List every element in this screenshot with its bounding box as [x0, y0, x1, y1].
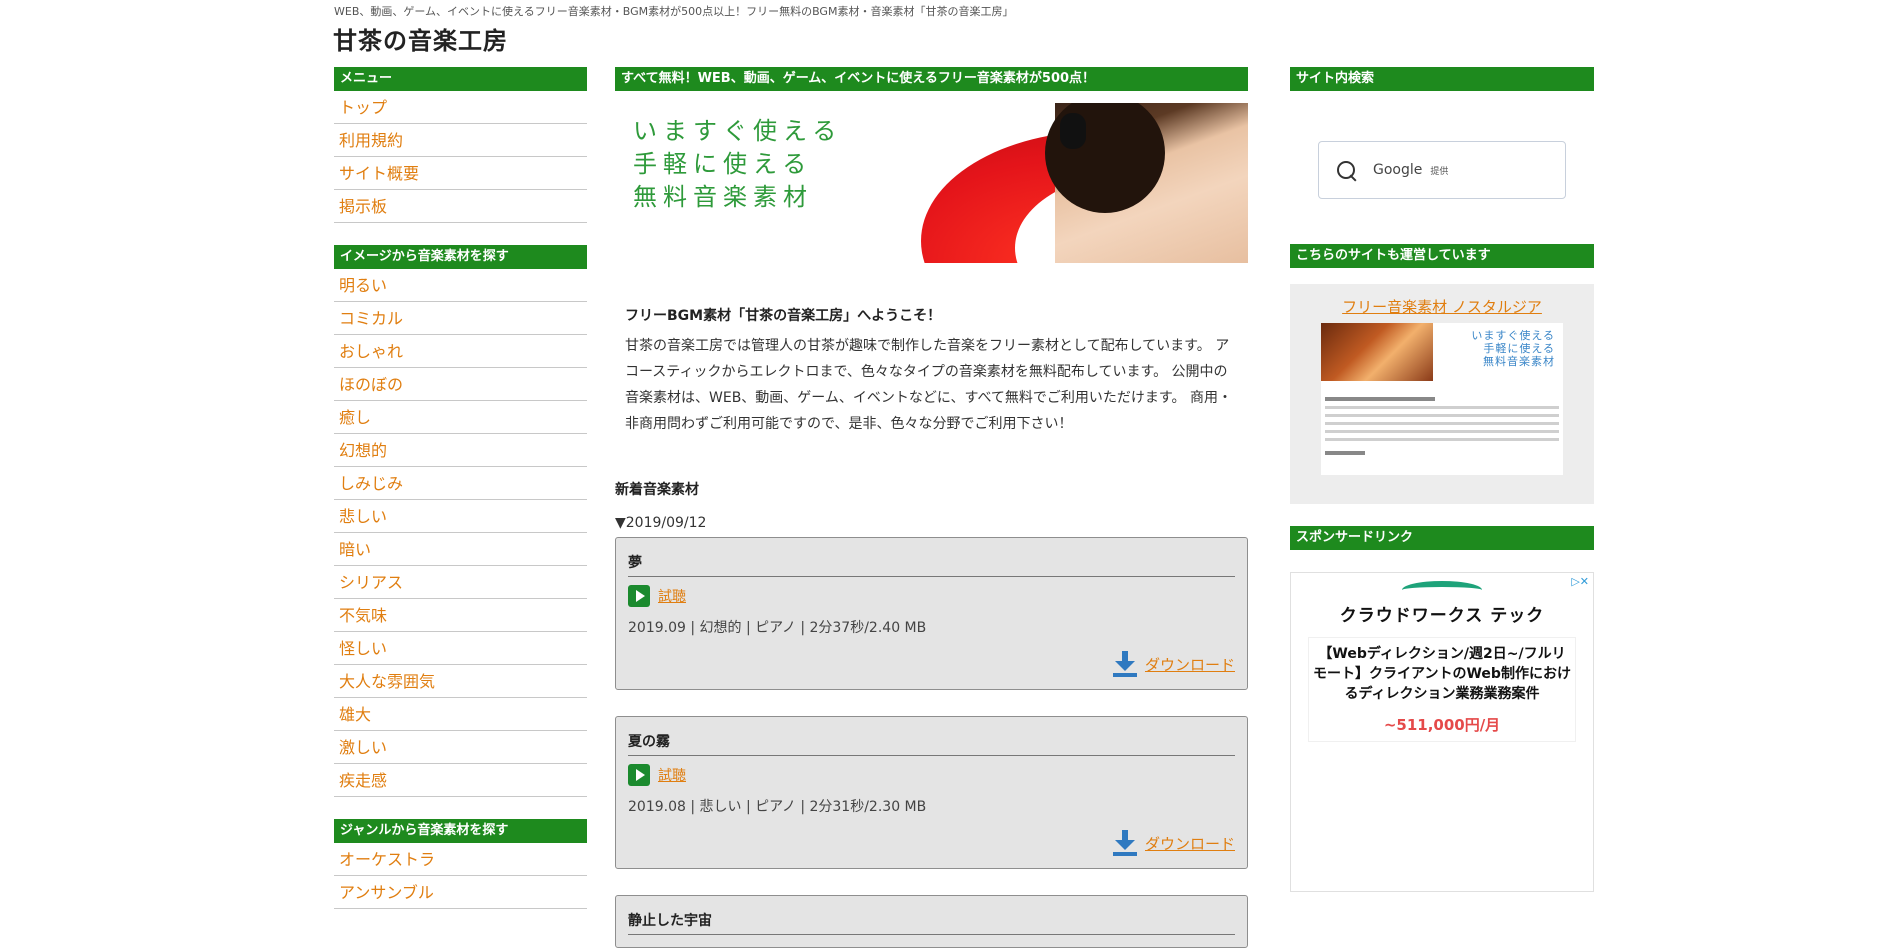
download-link[interactable]: ダウンロード — [1145, 654, 1235, 675]
sponsor-heading: スポンサードリンク — [1290, 526, 1594, 550]
menu-item-bbs[interactable]: 掲示板 — [334, 190, 587, 223]
image-item-yuudai[interactable]: 雄大 — [334, 698, 587, 731]
genre-section: ジャンルから音楽素材を探す オーケストラ アンサンブル — [334, 819, 587, 909]
menu-item-terms[interactable]: 利用規約 — [334, 124, 587, 157]
image-list: 明るい コミカル おしゃれ ほのぼの 癒し 幻想的 しみじみ 悲しい 暗い シリ… — [334, 269, 587, 797]
search-icon[interactable] — [1337, 161, 1355, 179]
track-title: 夏の霧 — [628, 731, 1235, 756]
site-tagline: WEB、動画、ゲーム、イベントに使えるフリー音楽素材・BGM素材が500点以上！… — [334, 5, 1014, 18]
menu-section: メニュー トップ 利用規約 サイト概要 掲示板 — [334, 67, 587, 223]
ad-banner[interactable]: ▷✕ クラウドワークス テック 【Webディレクション/週2日~/フルリモート】… — [1290, 572, 1594, 892]
welcome-title: フリーBGM素材「甘茶の音楽工房」へようこそ！ — [625, 308, 942, 324]
download-icon[interactable] — [1112, 830, 1137, 856]
image-section: イメージから音楽素材を探す 明るい コミカル おしゃれ ほのぼの 癒し 幻想的 … — [334, 245, 587, 797]
sister-site-link[interactable]: フリー音楽素材 ノスタルジア — [1290, 296, 1594, 317]
track-title: 夢 — [628, 552, 1235, 577]
play-icon[interactable] — [628, 585, 650, 607]
sister-heading: こちらのサイトも運営しています — [1290, 244, 1594, 268]
welcome-section: フリーBGM素材「甘茶の音楽工房」へようこそ！ 甘茶の音楽工房では管理人の甘茶が… — [615, 305, 1248, 437]
genre-item-ensemble[interactable]: アンサンブル — [334, 876, 587, 909]
welcome-body: 甘茶の音楽工房では管理人の甘茶が趣味で制作した音楽をフリー素材として配布していま… — [625, 338, 1232, 432]
image-item-comical[interactable]: コミカル — [334, 302, 587, 335]
play-icon[interactable] — [628, 764, 650, 786]
left-sidebar: メニュー トップ 利用規約 サイト概要 掲示板 イメージから音楽素材を探す 明る… — [334, 67, 587, 909]
menu-list: トップ 利用規約 サイト概要 掲示板 — [334, 91, 587, 223]
image-item-ayashii[interactable]: 怪しい — [334, 632, 587, 665]
sister-site-thumbnail[interactable]: いますぐ使える 手軽に使える 無料音楽素材 — [1321, 323, 1563, 475]
genre-heading: ジャンルから音楽素材を探す — [334, 819, 587, 843]
track-meta: 2019.08 | 悲しい | ピアノ | 2分31秒/2.30 MB — [628, 799, 927, 815]
right-sidebar: サイト内検索 Google 提供 こちらのサイトも運営しています フリー音楽素材… — [1290, 67, 1594, 892]
image-item-shissoukan[interactable]: 疾走感 — [334, 764, 587, 797]
page: WEB、動画、ゲーム、イベントに使えるフリー音楽素材・BGM素材が500点以上！… — [0, 0, 1904, 948]
hero-image: いますぐ使える 手軽に使える 無料音楽素材 — [615, 103, 1248, 263]
image-item-hageshii[interactable]: 激しい — [334, 731, 587, 764]
menu-item-about[interactable]: サイト概要 — [334, 157, 587, 190]
image-item-honobono[interactable]: ほのぼの — [334, 368, 587, 401]
main-content: すべて無料！WEB、動画、ゲーム、イベントに使えるフリー音楽素材が500点！ い… — [615, 67, 1248, 948]
menu-item-top[interactable]: トップ — [334, 91, 587, 124]
track-meta: 2019.09 | 幻想的 | ピアノ | 2分37秒/2.40 MB — [628, 620, 927, 636]
headphones-icon — [1060, 113, 1086, 149]
track-title: 静止した宇宙 — [628, 910, 1235, 935]
new-music-title: 新着音楽素材 — [615, 482, 699, 498]
crowdworks-logo-icon — [1402, 581, 1482, 599]
download-link[interactable]: ダウンロード — [1145, 833, 1235, 854]
guitar-image — [1321, 323, 1433, 381]
ad-price: ~511,000円/月 — [1383, 716, 1501, 734]
provided-label: 提供 — [1430, 166, 1449, 177]
adchoices-icon[interactable]: ▷✕ — [1571, 575, 1589, 588]
release-date: ▼2019/09/12 — [615, 515, 707, 531]
listen-link[interactable]: 試聴 — [658, 586, 686, 606]
menu-heading: メニュー — [334, 67, 587, 91]
download-icon[interactable] — [1112, 651, 1137, 677]
image-item-kurai[interactable]: 暗い — [334, 533, 587, 566]
image-item-kanashii[interactable]: 悲しい — [334, 500, 587, 533]
listen-link[interactable]: 試聴 — [658, 765, 686, 785]
track-card: 夢 試聴 2019.09 | 幻想的 | ピアノ | 2分37秒/2.40 MB… — [615, 537, 1248, 690]
image-item-shimijimi[interactable]: しみじみ — [334, 467, 587, 500]
genre-list: オーケストラ アンサンブル — [334, 843, 587, 909]
track-card: 静止した宇宙 — [615, 895, 1248, 948]
image-item-gensouteki[interactable]: 幻想的 — [334, 434, 587, 467]
track-card: 夏の霧 試聴 2019.08 | 悲しい | ピアノ | 2分31秒/2.30 … — [615, 716, 1248, 869]
google-label: Google — [1373, 162, 1423, 178]
image-item-akarui[interactable]: 明るい — [334, 269, 587, 302]
image-item-serious[interactable]: シリアス — [334, 566, 587, 599]
sister-site-box: フリー音楽素材 ノスタルジア いますぐ使える 手軽に使える 無料音楽素材 — [1290, 284, 1594, 504]
site-title[interactable]: 甘茶の音楽工房 — [333, 21, 508, 56]
hero-text: いますぐ使える 手軽に使える 無料音楽素材 — [633, 117, 843, 211]
genre-item-orchestra[interactable]: オーケストラ — [334, 843, 587, 876]
image-item-otona[interactable]: 大人な雰囲気 — [334, 665, 587, 698]
ad-text[interactable]: 【Webディレクション/週2日~/フルリモート】クライアントのWeb制作における… — [1313, 644, 1571, 704]
image-heading: イメージから音楽素材を探す — [334, 245, 587, 269]
image-item-iyashi[interactable]: 癒し — [334, 401, 587, 434]
search-heading: サイト内検索 — [1290, 67, 1594, 91]
banner-heading: すべて無料！WEB、動画、ゲーム、イベントに使えるフリー音楽素材が500点！ — [615, 67, 1248, 91]
image-item-oshare[interactable]: おしゃれ — [334, 335, 587, 368]
site-search-input[interactable]: Google 提供 — [1318, 141, 1566, 199]
image-item-bukimi[interactable]: 不気味 — [334, 599, 587, 632]
ad-logo: クラウドワークス テック — [1339, 606, 1545, 626]
